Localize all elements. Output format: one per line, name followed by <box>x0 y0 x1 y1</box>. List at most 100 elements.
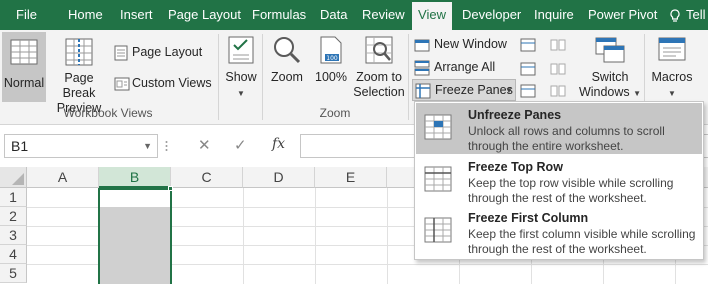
freeze-first-column-title: Freeze First Column <box>468 211 589 225</box>
new-window-icon <box>414 39 430 52</box>
tab-page-layout[interactable]: Page Layout <box>168 0 241 30</box>
insert-function-icon[interactable]: fx <box>272 136 285 152</box>
freeze-top-row-icon <box>424 166 452 192</box>
view-side-by-side-icon <box>550 39 566 51</box>
row-header-1[interactable]: 1 <box>0 188 27 207</box>
name-box-dropdown-icon[interactable]: ▼ <box>143 135 152 157</box>
column-header-d[interactable]: D <box>243 167 315 188</box>
freeze-first-column-icon <box>424 217 452 243</box>
tab-data[interactable]: Data <box>320 0 347 30</box>
freeze-first-column-description: Keep the first column visible while scro… <box>468 227 696 256</box>
macros-label: Macros <box>651 70 693 84</box>
custom-views-label: Custom Views <box>132 76 212 90</box>
zoom-to-selection-button[interactable]: Zoom to Selection <box>352 34 406 104</box>
column-header-b[interactable]: B <box>99 167 171 188</box>
synchronous-scrolling-button[interactable] <box>550 62 566 79</box>
page-layout-view-button[interactable]: Page Layout <box>114 42 206 63</box>
custom-views-button[interactable]: Custom Views <box>114 73 212 94</box>
page-break-preview-icon <box>65 38 93 66</box>
macros-icon <box>658 37 686 61</box>
tab-power-pivot[interactable]: Power Pivot <box>588 0 657 30</box>
menu-item-freeze-top-row[interactable]: Freeze Top Row Keep the top row visible … <box>416 155 702 206</box>
page-break-preview-button[interactable]: Page Break Preview <box>48 36 110 115</box>
tab-review[interactable]: Review <box>362 0 405 30</box>
show-dropdown-arrow-icon: ▼ <box>237 89 245 98</box>
formula-buttons: ✕ ✓ fx <box>176 134 296 158</box>
menu-item-unfreeze-panes[interactable]: Unfreeze Panes Unlock all rows and colum… <box>416 103 702 154</box>
name-box-value: B1 <box>11 138 29 154</box>
unhide-icon <box>520 84 536 98</box>
zoom-label: Zoom <box>271 70 303 84</box>
zoom-100-label: 100% <box>315 70 347 84</box>
lightbulb-icon[interactable] <box>670 0 680 30</box>
normal-view-icon <box>10 39 38 65</box>
ribbon-tab-bar: File Home Insert Page Layout Formulas Da… <box>0 0 708 30</box>
unhide-button[interactable] <box>520 84 536 101</box>
tab-formulas[interactable]: Formulas <box>252 0 306 30</box>
show-label: Show <box>225 70 257 84</box>
switch-windows-label-2: Windows <box>578 85 630 99</box>
svg-text:100: 100 <box>326 55 338 62</box>
unfreeze-panes-description: Unlock all rows and columns to scroll th… <box>468 124 665 153</box>
magnifier-icon <box>274 37 301 64</box>
zoom-button[interactable]: Zoom <box>266 34 308 104</box>
group-label-workbook-views: Workbook Views <box>63 106 153 120</box>
show-button[interactable]: Show ▼ <box>222 34 260 104</box>
normal-view-label: Normal <box>3 76 45 90</box>
tell-me-box[interactable]: Tell <box>686 0 706 30</box>
column-header-c[interactable]: C <box>171 167 243 188</box>
custom-views-icon <box>114 77 130 91</box>
formula-bar-grip-icon[interactable] <box>165 137 168 155</box>
zoom-to-selection-label-2: Selection <box>353 85 405 99</box>
normal-view-button[interactable]: Normal <box>2 32 46 102</box>
freeze-top-row-title: Freeze Top Row <box>468 160 563 174</box>
column-header-e[interactable]: E <box>315 167 387 188</box>
tab-inquire[interactable]: Inquire <box>534 0 574 30</box>
freeze-panes-button[interactable]: Freeze Panes ▼ <box>412 79 516 101</box>
page-layout-label: Page Layout <box>132 45 203 59</box>
switch-windows-dropdown-arrow-icon: ▼ <box>633 89 642 98</box>
row-header-3[interactable]: 3 <box>0 226 27 245</box>
arrange-all-button[interactable]: Arrange All <box>414 57 504 78</box>
zoom-to-selection-label-1: Zoom to <box>356 70 402 84</box>
row-header-2[interactable]: 2 <box>0 207 27 226</box>
macros-button[interactable]: Macros ▼ <box>648 36 696 106</box>
view-side-by-side-button[interactable] <box>550 38 566 55</box>
grid-line <box>387 188 388 284</box>
show-icon <box>228 36 254 64</box>
reset-window-position-button[interactable] <box>550 84 566 101</box>
freeze-panes-label: Freeze Panes <box>435 83 513 97</box>
new-window-button[interactable]: New Window <box>414 34 510 55</box>
unfreeze-panes-icon <box>424 114 452 140</box>
fill-handle[interactable] <box>168 186 173 191</box>
grid-line <box>243 188 244 284</box>
tab-file[interactable]: File <box>16 0 37 30</box>
synchronous-scrolling-icon <box>550 63 566 75</box>
split-button[interactable] <box>520 38 536 55</box>
hide-button[interactable] <box>520 62 536 79</box>
split-icon <box>520 38 536 52</box>
enter-icon[interactable]: ✓ <box>234 136 247 154</box>
group-separator <box>262 34 263 120</box>
arrange-all-label: Arrange All <box>434 60 496 74</box>
tab-home[interactable]: Home <box>68 0 103 30</box>
menu-item-freeze-first-column[interactable]: Freeze First Column Keep the first colum… <box>416 206 702 257</box>
tab-developer[interactable]: Developer <box>462 0 521 30</box>
arrange-all-icon <box>414 60 430 76</box>
tab-insert[interactable]: Insert <box>120 0 153 30</box>
new-window-label: New Window <box>434 37 507 51</box>
group-separator <box>408 34 409 120</box>
name-box[interactable]: B1 ▼ <box>4 134 158 158</box>
freeze-top-row-description: Keep the top row visible while scrolling… <box>468 176 674 205</box>
row-header-5[interactable]: 5 <box>0 264 27 283</box>
tab-view[interactable]: View <box>412 2 452 30</box>
select-all-corner[interactable] <box>0 167 27 188</box>
freeze-panes-icon <box>415 83 431 99</box>
hide-icon <box>520 62 536 76</box>
row-header-4[interactable]: 4 <box>0 245 27 264</box>
cancel-icon[interactable]: ✕ <box>198 136 211 154</box>
switch-windows-icon <box>595 37 625 63</box>
column-header-a[interactable]: A <box>27 167 99 188</box>
switch-windows-button[interactable]: Switch Windows ▼ <box>578 36 642 106</box>
zoom-100-button[interactable]: 100 100% <box>312 34 350 104</box>
